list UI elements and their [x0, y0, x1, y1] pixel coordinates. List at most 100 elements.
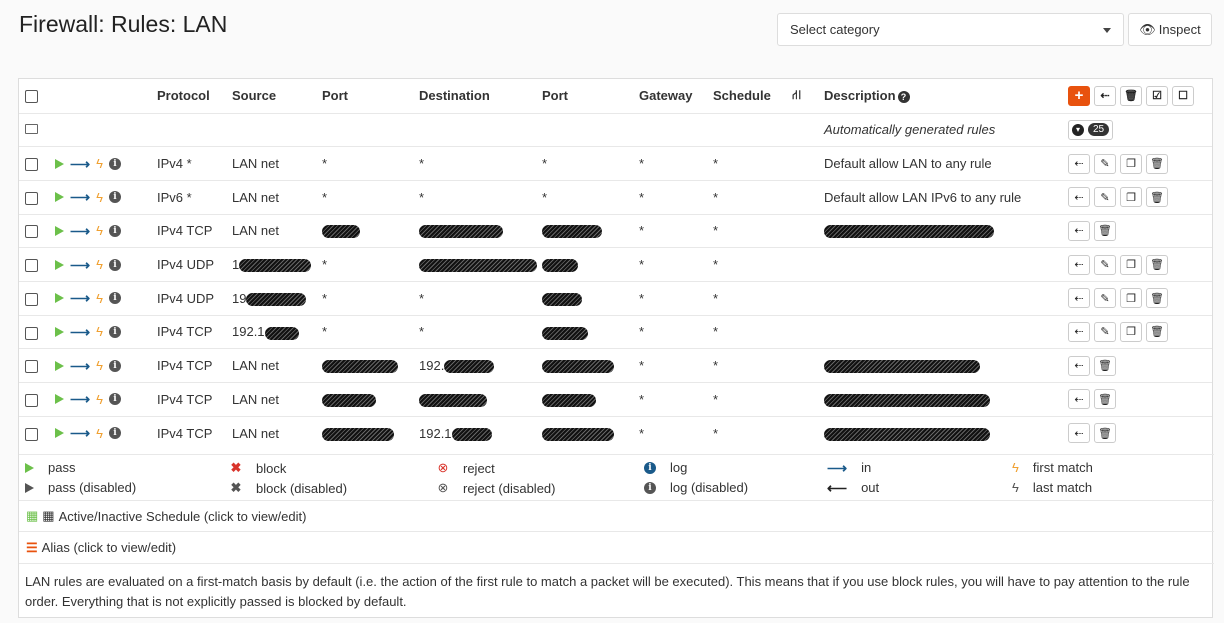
delete-button[interactable]: 🗑 [1146, 187, 1168, 208]
status-column-header [55, 79, 157, 113]
pass-icon[interactable] [55, 225, 64, 236]
rule-description: Default allow LAN IPv6 to any rule [824, 179, 1068, 215]
table-header-row: Protocol Source Port Destination Port Ga… [19, 79, 1212, 113]
move-button[interactable]: ⇠ [1068, 423, 1090, 444]
pass-icon[interactable] [55, 293, 64, 304]
clone-button[interactable]: ❐ [1120, 254, 1142, 275]
delete-button[interactable]: 🗑 [1146, 153, 1168, 174]
pass-icon[interactable] [55, 360, 64, 371]
clone-button[interactable]: ❐ [1120, 187, 1142, 208]
category-select[interactable]: Select category [777, 13, 1124, 46]
legend: pass pass (disabled) ✖ block ✖ block (disa… [19, 454, 1214, 499]
clone-button[interactable]: ❐ [1120, 288, 1142, 309]
arrow-in-icon: ⟶ [70, 290, 91, 307]
protocol-header: Protocol [157, 88, 210, 104]
select-all-checkbox[interactable] [25, 90, 38, 104]
move-selected-button[interactable]: ⇠ [1094, 85, 1116, 106]
rule-gateway: * [639, 280, 713, 316]
delete-button[interactable]: 🗑 [1094, 220, 1116, 241]
table-row: ⟶ ϟ i IPv4 TCP LAN net 192. * * ⇠ 🗑 [19, 348, 1212, 383]
edit-button[interactable]: ✎ [1094, 321, 1116, 342]
list-icon: ☰ [26, 539, 38, 555]
info-icon[interactable]: i [108, 393, 121, 406]
delete-selected-button[interactable]: 🗑 [1120, 85, 1142, 106]
info-icon[interactable]: i [108, 359, 121, 372]
row-checkbox[interactable] [25, 292, 38, 306]
move-button[interactable]: ⇠ [1068, 321, 1090, 342]
rule-destination: * [419, 146, 542, 181]
edit-button[interactable]: ✎ [1094, 187, 1116, 208]
folder-icon [25, 124, 38, 135]
clone-button[interactable]: ❐ [1120, 321, 1142, 342]
info-icon[interactable]: i [108, 292, 121, 305]
row-checkbox[interactable] [25, 427, 38, 441]
schedule-legend-label: Active/Inactive Schedule (click to view/… [58, 508, 307, 524]
row-checkbox[interactable] [25, 393, 38, 407]
delete-button[interactable]: 🗑 [1094, 423, 1116, 444]
block-disabled-icon: ✖ [230, 480, 242, 495]
info-icon[interactable]: i [108, 224, 121, 237]
arrow-in-icon: ⟶ [70, 323, 91, 340]
redacted-scribble [419, 259, 537, 273]
pass-icon[interactable] [55, 192, 64, 203]
row-checkbox[interactable] [25, 326, 38, 340]
row-checkbox[interactable] [25, 259, 38, 273]
redacted-scribble [246, 292, 307, 306]
rule-destination: * [419, 314, 542, 349]
rule-gateway: * [639, 179, 713, 215]
delete-button[interactable]: 🗑 [1146, 254, 1168, 275]
enable-selected-button[interactable]: ☑ [1146, 85, 1168, 106]
edit-button[interactable]: ✎ [1094, 254, 1116, 275]
rule-schedule: * [713, 146, 792, 181]
move-button[interactable]: ⇠ [1068, 355, 1090, 376]
pass-icon[interactable] [55, 259, 64, 270]
row-checkbox[interactable] [25, 191, 38, 205]
delete-button[interactable]: 🗑 [1094, 355, 1116, 376]
help-icon[interactable]: ? [897, 91, 910, 104]
move-button[interactable]: ⇠ [1068, 187, 1090, 208]
redacted-scribble [444, 360, 495, 374]
log-disabled-icon: i [644, 481, 656, 494]
table-row: ⟶ ϟ i IPv6 * LAN net * * * * * Default all… [19, 179, 1212, 215]
move-button[interactable]: ⇠ [1068, 220, 1090, 241]
redacted-scribble [451, 427, 492, 441]
pass-icon[interactable] [55, 394, 64, 405]
row-checkbox[interactable] [25, 158, 38, 172]
move-button[interactable]: ⇠ [1068, 389, 1090, 410]
info-icon[interactable]: i [108, 427, 121, 440]
delete-button[interactable]: 🗑 [1094, 389, 1116, 410]
legend-log: i log [644, 460, 687, 475]
move-button[interactable]: ⇠ [1068, 254, 1090, 275]
info-icon[interactable]: i [108, 258, 121, 271]
rule-protocol: IPv4 UDP [157, 280, 232, 316]
row-checkbox[interactable] [25, 225, 38, 239]
expand-auto-rules-button[interactable]: ▾ 25 [1068, 119, 1114, 140]
add-rule-button[interactable]: + [1068, 85, 1090, 106]
info-icon[interactable]: i [108, 191, 121, 204]
redacted-scribble [824, 360, 980, 374]
row-checkbox[interactable] [25, 360, 38, 374]
move-button[interactable]: ⇠ [1068, 288, 1090, 309]
delete-button[interactable]: 🗑 [1146, 321, 1168, 342]
info-icon[interactable]: i [108, 157, 121, 170]
pass-icon[interactable] [55, 158, 64, 169]
disable-selected-button[interactable]: ☐ [1172, 85, 1194, 106]
delete-button[interactable]: 🗑 [1146, 288, 1168, 309]
pass-icon[interactable] [55, 428, 64, 439]
legend-first-match: ϟ first match [1012, 460, 1093, 475]
inspect-label: Inspect [1158, 22, 1201, 37]
move-button[interactable]: ⇠ [1068, 153, 1090, 174]
rule-protocol: IPv6 * [157, 179, 232, 215]
rule-schedule: * [713, 179, 792, 215]
edit-button[interactable]: ✎ [1094, 153, 1116, 174]
edit-button[interactable]: ✎ [1094, 288, 1116, 309]
info-icon[interactable]: i [108, 325, 121, 338]
legend-label: first match [1032, 460, 1093, 475]
pass-icon[interactable] [55, 326, 64, 337]
clone-button[interactable]: ❐ [1120, 153, 1142, 174]
inspect-button[interactable]: 👁 Inspect [1128, 13, 1212, 46]
rule-source: LAN net [232, 213, 322, 248]
redacted-scribble [542, 427, 614, 441]
legend-label: block [256, 460, 287, 476]
legend-pass: pass [25, 460, 75, 475]
